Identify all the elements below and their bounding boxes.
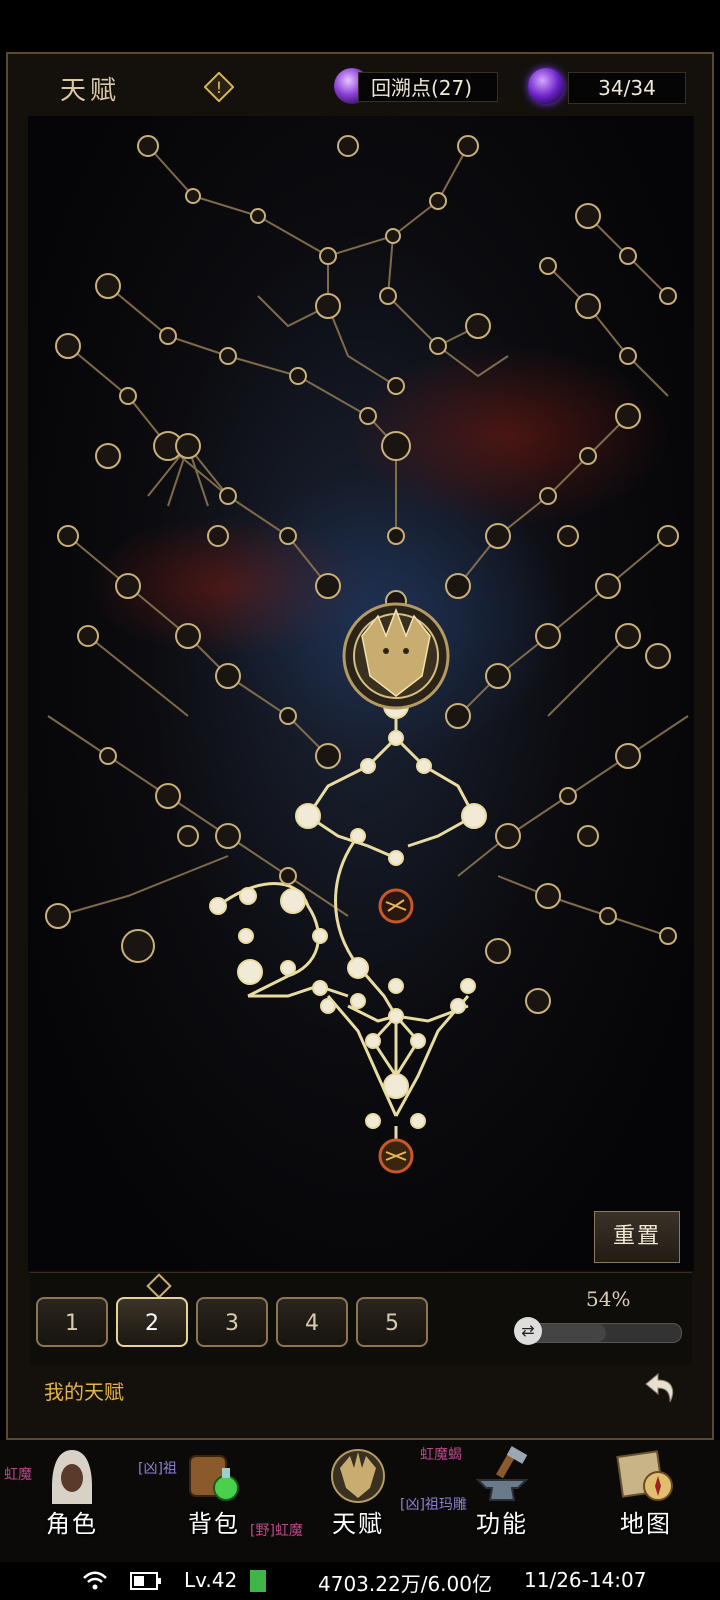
rollback-points: 回溯点(27) <box>358 72 498 102</box>
dragon-emblem-icon[interactable] <box>342 602 450 710</box>
energy-counter: 34/34 <box>568 72 686 104</box>
nav-label: 功能 <box>476 1510 528 1538</box>
date-time: 11/26-14:07 <box>524 1568 647 1592</box>
reset-button[interactable]: 重置 <box>594 1211 680 1263</box>
talent-window: 天赋 ! 回溯点(27) 34/34 重置 1 2 3 4 5 54% ⇄ 我的… <box>6 52 714 1440</box>
dragon-emblem-icon <box>331 1449 385 1503</box>
active-slot-marker-icon <box>146 1273 172 1299</box>
backpack-potion-icon <box>189 1455 239 1501</box>
gold-amount: 4703.22万/6.00亿 <box>318 1572 492 1596</box>
nav-map[interactable]: 地图 <box>576 1440 716 1540</box>
back-arrow-icon[interactable] <box>640 1370 680 1406</box>
preset-panel: 1 2 3 4 5 54% ⇄ <box>30 1272 692 1365</box>
wifi-icon <box>83 1571 107 1590</box>
preset-slot-4[interactable]: 4 <box>276 1297 348 1347</box>
nav-label: 角色 <box>46 1510 98 1538</box>
nav-talent[interactable]: 天赋 <box>288 1440 428 1540</box>
svg-text:!: ! <box>216 78 222 97</box>
map-compass-icon <box>616 1450 673 1501</box>
preset-slot-3[interactable]: 3 <box>196 1297 268 1347</box>
exp-bar <box>250 1570 266 1592</box>
nav-function[interactable]: 功能 <box>432 1440 572 1540</box>
battery-icon <box>130 1572 161 1590</box>
page-title: 天赋 <box>60 76 121 106</box>
preset-slot-1[interactable]: 1 <box>36 1297 108 1347</box>
swap-arrows-icon[interactable]: ⇄ <box>514 1317 542 1345</box>
nav-character[interactable]: 角色 <box>2 1440 142 1540</box>
talent-header: 天赋 ! 回溯点(27) 34/34 <box>8 54 712 118</box>
anvil-hammer-icon <box>475 1446 529 1501</box>
talent-tree-graph[interactable] <box>28 116 694 1271</box>
nav-label: 天赋 <box>332 1510 384 1538</box>
player-level: Lv.42 <box>184 1568 238 1592</box>
nav-backpack[interactable]: 背包 <box>144 1440 284 1540</box>
preset-slot-2[interactable]: 2 <box>116 1297 188 1347</box>
progress-percent: 54% <box>586 1287 631 1311</box>
talent-tree[interactable] <box>28 116 694 1271</box>
my-talent-label: 我的天赋 <box>44 1380 124 1404</box>
active-path <box>217 706 476 1146</box>
nav-label: 背包 <box>188 1510 240 1538</box>
energy-orb-icon <box>528 68 564 104</box>
top-black-bar <box>0 0 720 50</box>
nav-label: 地图 <box>620 1510 672 1538</box>
status-bar: Lv.42 4703.22万/6.00亿 11/26-14:07 <box>0 1562 720 1600</box>
preset-slot-5[interactable]: 5 <box>356 1297 428 1347</box>
warning-diamond-icon[interactable]: ! <box>204 72 234 102</box>
hooded-character-icon <box>52 1450 92 1504</box>
bottom-nav: 虹魔 [凶]祖 [野]虹魔 [凶]祖玛雕 虹魔蝎 角色 背包 天赋 功能 地图 <box>0 1440 720 1562</box>
